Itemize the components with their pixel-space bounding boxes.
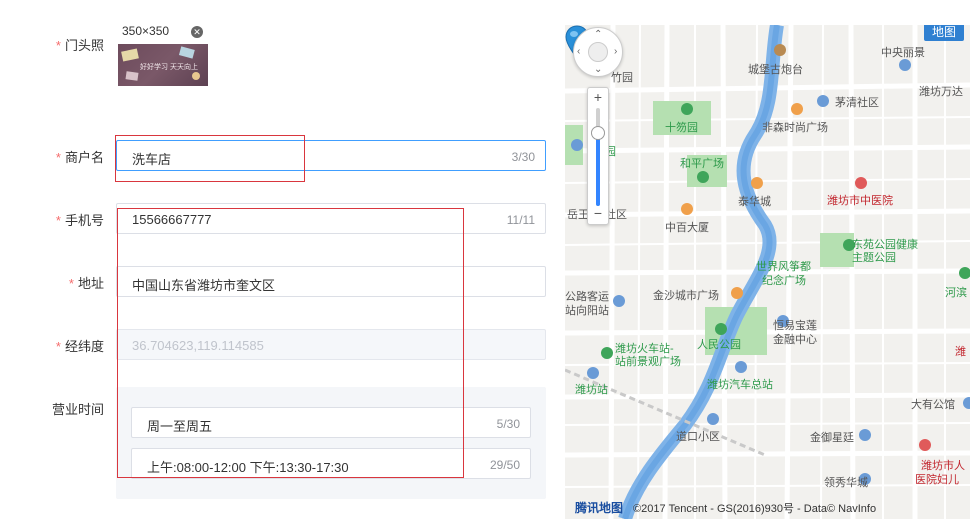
map-label-jinrong: 金融中心 [773, 334, 817, 346]
annotation-box-fields [117, 208, 464, 478]
map-label-dayou: 大有公馆 [911, 399, 955, 411]
map-label-hebin: 河滨 [945, 287, 967, 299]
merchant-name-label: * 商户名 [55, 150, 104, 165]
map-label-qianjing: 站前景观广场 [615, 356, 681, 368]
merchant-name-count: 3/30 [511, 150, 535, 164]
storefront-thumbnail[interactable]: 好好学习 天天向上 [118, 44, 208, 86]
remove-photo-icon[interactable]: ✕ [191, 26, 203, 38]
zoom-out-button[interactable]: − [588, 204, 608, 222]
hours-days-count: 5/30 [496, 417, 520, 431]
address-label: * 地址 [68, 276, 104, 291]
tencent-map-logo: 腾讯地图 [575, 501, 624, 515]
thumbnail-text: 好好学习 天天向上 [140, 64, 198, 71]
hours-time-count: 29/50 [489, 458, 520, 472]
map-label-heping: 和平广场 [680, 158, 724, 170]
map-label-wei: 潍 [955, 346, 966, 358]
map-view[interactable]: 中央丽景 城堡古炮台 潍坊万达 竹园 茅清社区 十笏园 非森时尚广场 园 和平广… [565, 25, 970, 519]
map-label-zhongbai: 中百大厦 [665, 222, 709, 234]
map-label-shijiyuan: 十笏园 [665, 122, 698, 134]
map-type-button[interactable]: 地图 [924, 25, 964, 41]
map-label-chengbao: 城堡古炮台 [748, 64, 803, 76]
map-attribution: 腾讯地图 ©2017 Tencent - GS(2016)930号 - Data©… [575, 501, 877, 515]
map-label-zhuxing: 竹园 [611, 72, 633, 84]
map-label-taihua: 泰华城 [738, 196, 771, 208]
phone-count: 11/11 [506, 213, 535, 227]
map-label-jinmei: 金御星廷 [810, 432, 854, 444]
map-label-renmin: 人民公园 [697, 339, 741, 351]
map-top-strip [565, 0, 970, 25]
map-label-zhongyiyuan: 潍坊市中医院 [827, 195, 893, 207]
pan-control[interactable]: ⌃ ⌄ ‹ › [573, 27, 623, 77]
pan-up-icon[interactable]: ⌃ [594, 29, 602, 40]
map-label-jinsha: 金沙城市广场 [653, 290, 719, 302]
map-label-zhanxiang: 站向阳站 [565, 305, 609, 317]
zoom-fill [596, 134, 600, 206]
coords-label: * 经纬度 [55, 339, 104, 354]
zoom-in-button[interactable]: + [588, 88, 608, 106]
map-label-zhongyang: 中央丽景 [881, 47, 925, 59]
map-label-yuewang: 岳王 [567, 209, 589, 221]
map-label-jinian: 纪念广场 [762, 275, 806, 287]
map-label-feisen: 非森时尚广场 [762, 122, 828, 134]
map-label-qiche: 潍坊汽车总站 [707, 379, 773, 391]
pan-down-icon[interactable]: ⌄ [594, 64, 602, 75]
pan-left-icon[interactable]: ‹ [577, 46, 580, 57]
map-label-weifangzhan: 潍坊站 [575, 384, 608, 396]
pan-center[interactable] [588, 42, 608, 62]
zoom-slider-handle[interactable] [591, 126, 605, 140]
map-label-maoqing: 茅清社区 [835, 97, 879, 109]
map-label-lingxiu: 领秀华城 [824, 477, 868, 489]
annotation-box-merchant [115, 135, 305, 182]
map-label-daokou: 道口小区 [676, 431, 720, 443]
storefront-label: * 门头照 [55, 38, 104, 53]
pan-right-icon[interactable]: › [614, 46, 617, 57]
phone-label: * 手机号 [55, 213, 104, 228]
hours-label: 营业时间 [51, 402, 104, 417]
map-label-weifangwanda: 潍坊万达 [919, 86, 963, 98]
merchant-form: * 门头照 350×350 ✕ 好好学习 天天向上 * 商户名 洗车店 3/30 *… [0, 0, 565, 519]
thumb-size-hint: 350×350 [122, 24, 170, 38]
map-label-fuyou: 医院妇儿 [915, 474, 959, 486]
map-label-zhuti: 主题公园 [852, 252, 896, 264]
zoom-control: + − [587, 87, 609, 225]
